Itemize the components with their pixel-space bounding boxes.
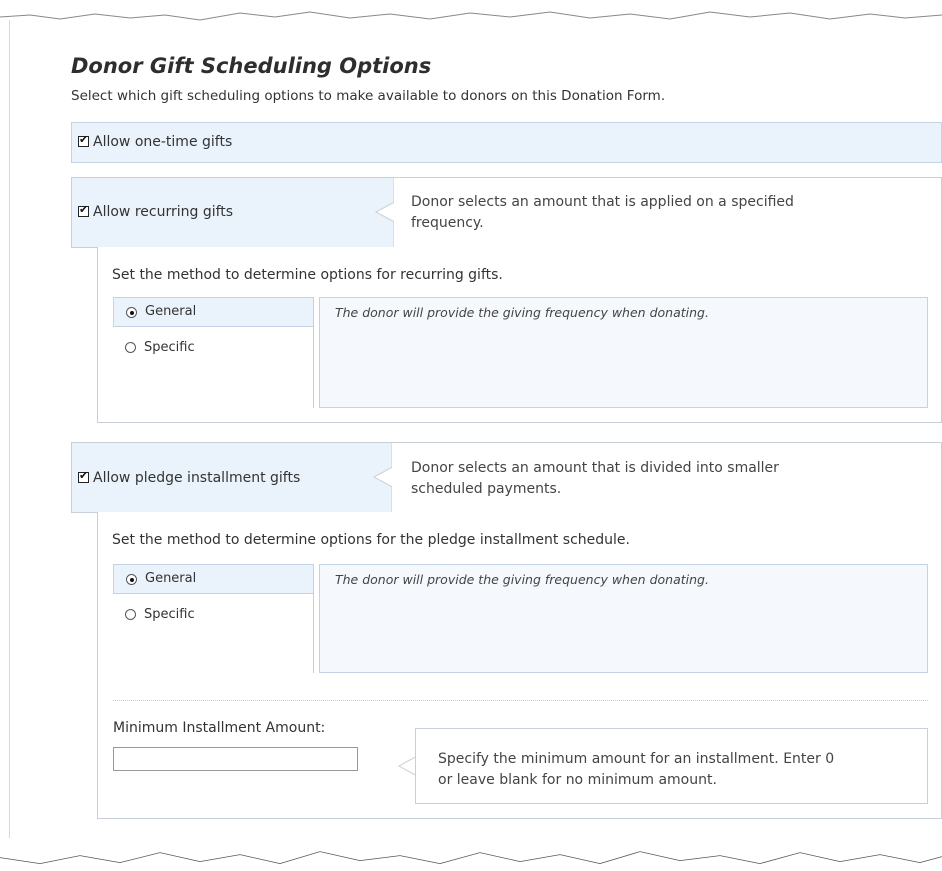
hint-line-2: or leave blank for no minimum amount. [438,772,717,788]
pledge-method-specific[interactable]: Specific [113,604,313,634]
recurring-method-list: General Specific [113,297,314,408]
page-subtitle: Select which gift scheduling options to … [71,88,666,104]
pledge-method-list: General Specific [113,564,314,673]
recurring-method-detail: The donor will provide the giving freque… [319,297,928,408]
pledge-gifts-checkbox[interactable] [78,469,89,483]
page-left-border [9,20,10,850]
pledge-gifts-option[interactable]: Allow pledge installment gifts [78,469,301,486]
one-time-gifts-label: Allow one-time gifts [93,134,233,150]
pledge-specific-label: Specific [144,607,195,622]
divider [113,700,928,701]
hint-line-1: Specify the minimum amount for an instal… [438,751,835,767]
recurring-gifts-description: Donor selects an amount that is applied … [411,192,794,234]
recurring-description-line-1: Donor selects an amount that is applied … [411,194,794,210]
pledge-method-intro: Set the method to determine options for … [112,532,630,548]
recurring-method-specific[interactable]: Specific [113,337,313,367]
pledge-description-line-2: scheduled payments. [411,481,562,497]
pledge-method-options: General Specific The donor will provide … [113,564,928,673]
pledge-general-radio[interactable] [126,574,137,585]
minimum-installment-input[interactable] [113,747,358,771]
recurring-general-radio[interactable] [126,307,137,318]
callout-pointer [370,443,392,512]
recurring-method-intro: Set the method to determine options for … [112,267,503,283]
one-time-gifts-option[interactable]: Allow one-time gifts [78,133,233,150]
pledge-method-general[interactable]: General [113,564,313,594]
torn-edge-top [0,11,942,24]
recurring-description-line-2: frequency. [411,215,484,231]
one-time-gifts-row: Allow one-time gifts [71,122,942,163]
pledge-specific-radio[interactable] [125,609,136,620]
callout-pointer [372,178,394,247]
recurring-specific-label: Specific [144,340,195,355]
recurring-general-label: General [145,304,197,319]
minimum-installment-label: Minimum Installment Amount: [113,720,326,736]
pledge-gifts-label: Allow pledge installment gifts [93,470,301,486]
pledge-gifts-description: Donor selects an amount that is divided … [411,458,779,500]
minimum-installment-hint-text: Specify the minimum amount for an instal… [438,749,918,791]
recurring-gifts-label: Allow recurring gifts [93,204,234,220]
recurring-gifts-option[interactable]: Allow recurring gifts [78,203,234,220]
pledge-detail-text: The donor will provide the giving freque… [335,572,709,587]
one-time-gifts-checkbox[interactable] [78,133,89,147]
recurring-detail-text: The donor will provide the giving freque… [335,305,709,320]
recurring-method-options: General Specific The donor will provide … [113,297,928,408]
recurring-gifts-checkbox[interactable] [78,203,89,217]
recurring-gifts-header: Allow recurring gifts Donor selects an a… [71,177,942,248]
pledge-description-line-1: Donor selects an amount that is divided … [411,460,779,476]
recurring-specific-radio[interactable] [125,342,136,353]
pledge-general-label: General [145,571,197,586]
pledge-method-detail: The donor will provide the giving freque… [319,564,928,673]
page-title: Donor Gift Scheduling Options [71,54,432,78]
pledge-gifts-header: Allow pledge installment gifts Donor sel… [71,442,942,513]
torn-edge-bottom [0,838,942,871]
callout-pointer [397,728,417,804]
recurring-method-general[interactable]: General [113,297,313,327]
minimum-installment-hint: Specify the minimum amount for an instal… [415,728,928,804]
